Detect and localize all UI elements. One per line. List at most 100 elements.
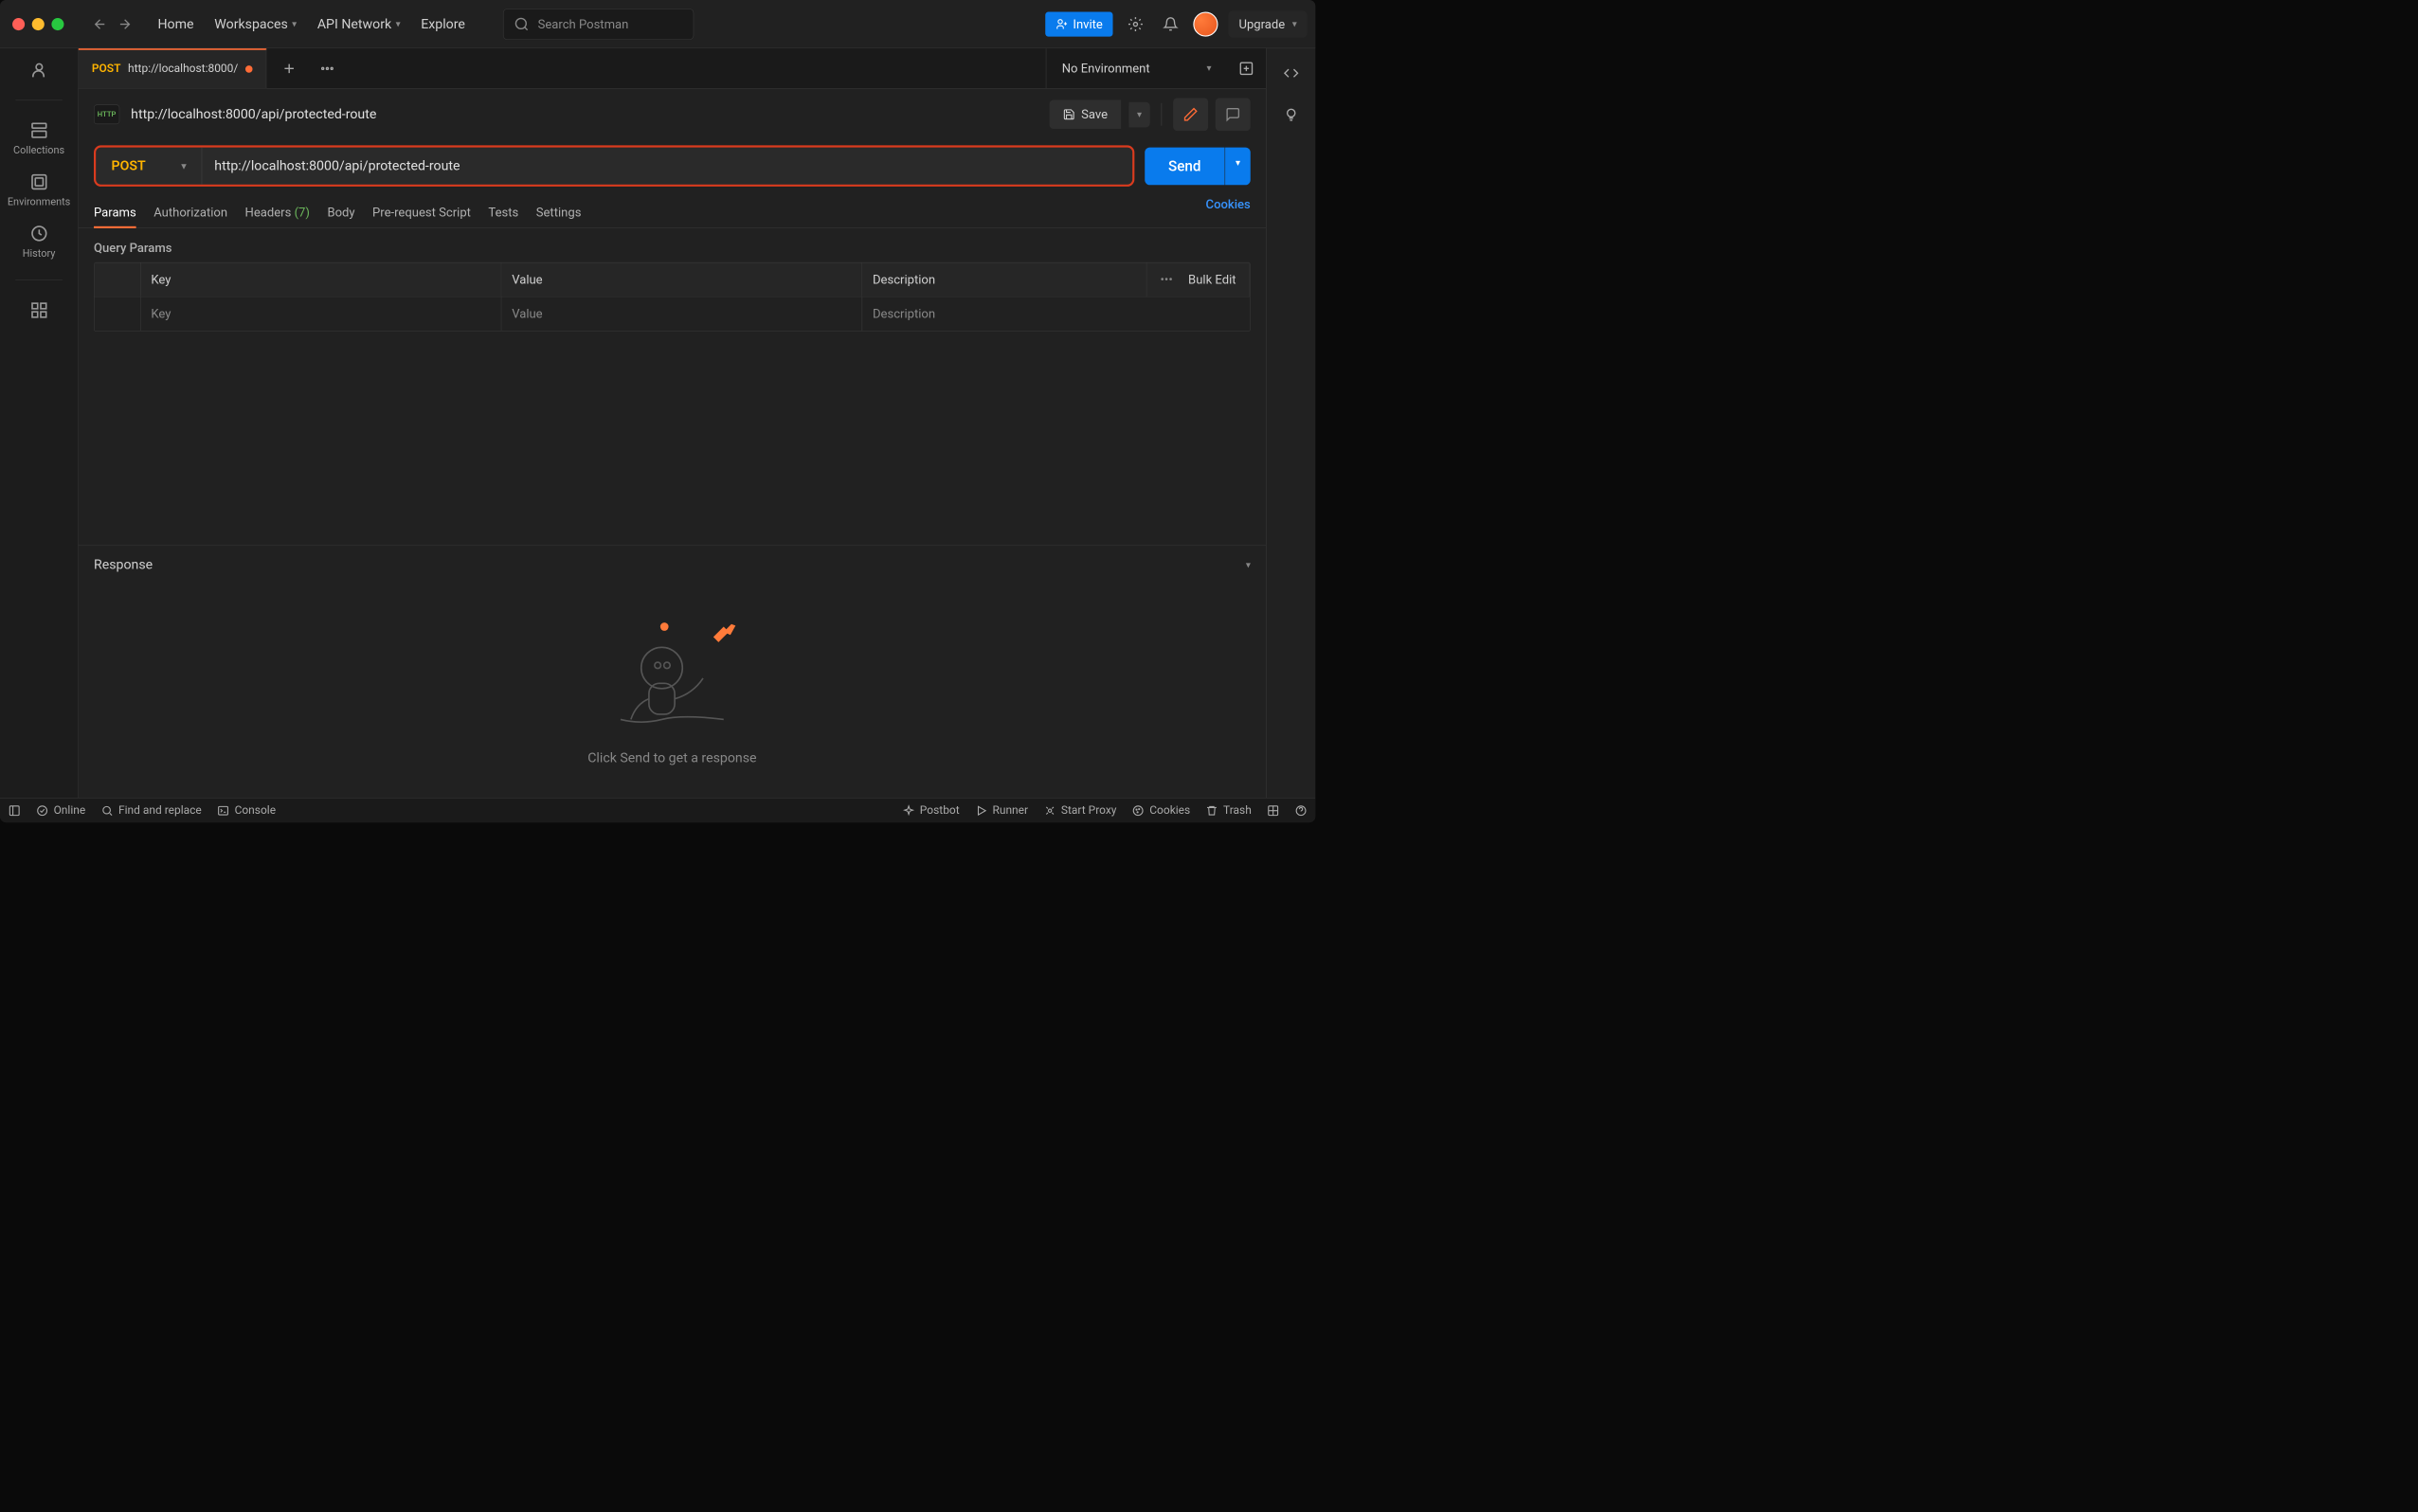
send-dropdown[interactable]: ▾ (1225, 147, 1251, 185)
nav-home[interactable]: Home (151, 12, 201, 36)
query-params-title: Query Params (79, 228, 1266, 262)
plus-icon (281, 61, 297, 76)
sidebar: Collections Environments History (0, 48, 79, 798)
unsaved-dot-icon (245, 65, 253, 73)
response-empty-text: Click Send to get a response (587, 750, 756, 765)
code-snippet-button[interactable] (1278, 61, 1303, 85)
nav-workspaces[interactable]: Workspaces ▾ (208, 12, 304, 36)
divider (1162, 103, 1163, 126)
request-subtabs: Params Authorization Headers (7) Body Pr… (79, 187, 1266, 228)
notifications-button[interactable] (1159, 11, 1183, 36)
env-icon (29, 172, 48, 191)
grid-icon (29, 301, 48, 320)
zoom-window[interactable] (51, 18, 63, 30)
save-icon (1063, 108, 1075, 120)
tab-settings[interactable]: Settings (536, 197, 582, 228)
dots-icon (319, 61, 334, 76)
settings-button[interactable] (1124, 11, 1148, 36)
chevron-down-icon: ▾ (1246, 560, 1251, 570)
tab-headers[interactable]: Headers (7) (245, 197, 310, 228)
env-quicklook[interactable] (1234, 56, 1258, 81)
sb-runner[interactable]: Runner (975, 804, 1028, 818)
eye-outline-icon (1238, 61, 1254, 76)
tab-menu-button[interactable] (312, 53, 343, 84)
chevron-down-icon: ▾ (292, 19, 297, 29)
sb-postbot[interactable]: Postbot (902, 804, 959, 818)
sb-layout[interactable] (1267, 804, 1279, 818)
table-actions: ••• Bulk Edit (1146, 262, 1250, 296)
request-bar: POST▾ (94, 145, 1134, 187)
sidebar-environments[interactable]: Environments (8, 172, 70, 207)
sidebar-apps[interactable] (29, 301, 48, 320)
user-avatar[interactable] (1194, 11, 1218, 36)
invite-button[interactable]: Invite (1045, 11, 1113, 36)
nav-explore[interactable]: Explore (414, 12, 473, 36)
chevron-down-icon: ▾ (1236, 157, 1240, 168)
satellite-icon (1043, 804, 1056, 817)
tab-prerequest[interactable]: Pre-request Script (372, 197, 471, 228)
close-window[interactable] (12, 18, 25, 30)
empty-state-illustration (600, 616, 744, 734)
row-description-input[interactable]: Description (862, 297, 1250, 331)
request-name[interactable]: http://localhost:8000/api/protected-rout… (131, 107, 376, 122)
send-button[interactable]: Send (1145, 147, 1224, 185)
sb-proxy[interactable]: Start Proxy (1043, 804, 1116, 818)
row-key-input[interactable]: Key (141, 297, 502, 331)
search-icon (101, 804, 114, 817)
sb-find[interactable]: Find and replace (101, 804, 202, 818)
user-icon (29, 61, 48, 80)
play-icon (975, 804, 987, 817)
nav-api-network[interactable]: API Network ▾ (310, 12, 407, 36)
environment-selector[interactable]: No Environment▾ (1046, 48, 1227, 88)
edit-button[interactable] (1173, 98, 1208, 131)
url-input[interactable] (202, 158, 1132, 173)
gear-icon (1128, 16, 1144, 31)
sidebar-collections[interactable]: Collections (13, 121, 64, 156)
sb-online[interactable]: Online (36, 804, 85, 818)
tab-authorization[interactable]: Authorization (153, 197, 227, 228)
search-input[interactable]: Search Postman (503, 9, 694, 40)
info-button[interactable] (1278, 102, 1303, 127)
response-title: Response (94, 557, 153, 572)
cookies-link[interactable]: Cookies (1206, 197, 1251, 228)
sb-cookies[interactable]: Cookies (1132, 804, 1190, 818)
sidebar-history[interactable]: History (23, 225, 56, 260)
sb-help[interactable] (1295, 804, 1308, 818)
row-value-input[interactable]: Value (501, 297, 862, 331)
upgrade-button[interactable]: Upgrade▾ (1229, 10, 1308, 37)
panel-icon (9, 804, 21, 817)
terminal-icon (217, 804, 229, 817)
col-key: Key (141, 262, 502, 296)
col-description: Description (862, 262, 1146, 296)
bulk-edit-link[interactable]: Bulk Edit (1188, 273, 1236, 287)
more-icon[interactable]: ••• (1161, 273, 1173, 287)
sb-panel-toggle[interactable] (9, 804, 21, 817)
chevron-down-icon: ▾ (396, 19, 401, 29)
method-selector[interactable]: POST▾ (96, 148, 202, 185)
statusbar: Online Find and replace Console Postbot … (0, 798, 1315, 822)
bell-icon (1164, 16, 1179, 31)
save-button[interactable]: Save (1049, 100, 1121, 129)
sidebar-user[interactable] (29, 61, 48, 80)
request-tab[interactable]: POST http://localhost:8000/ (79, 48, 267, 88)
row-check[interactable] (95, 297, 141, 331)
back-button[interactable] (90, 13, 111, 34)
comment-icon (1225, 107, 1240, 122)
tab-params[interactable]: Params (94, 197, 136, 228)
response-header[interactable]: Response ▾ (79, 546, 1266, 585)
chevron-down-icon: ▾ (181, 160, 186, 171)
minimize-window[interactable] (32, 18, 45, 30)
save-dropdown[interactable]: ▾ (1128, 101, 1149, 127)
params-table: Key Value Description ••• Bulk Edit Key … (94, 262, 1251, 332)
box-icon (29, 121, 48, 140)
response-body: Click Send to get a response (79, 584, 1266, 798)
tab-body[interactable]: Body (327, 197, 354, 228)
sb-console[interactable]: Console (217, 804, 276, 818)
forward-button[interactable] (115, 13, 135, 34)
sb-trash[interactable]: Trash (1206, 804, 1252, 818)
comments-button[interactable] (1216, 98, 1251, 131)
pencil-icon (1182, 107, 1198, 122)
new-tab-button[interactable] (274, 53, 305, 84)
tab-method: POST (92, 63, 121, 76)
tab-tests[interactable]: Tests (488, 197, 518, 228)
